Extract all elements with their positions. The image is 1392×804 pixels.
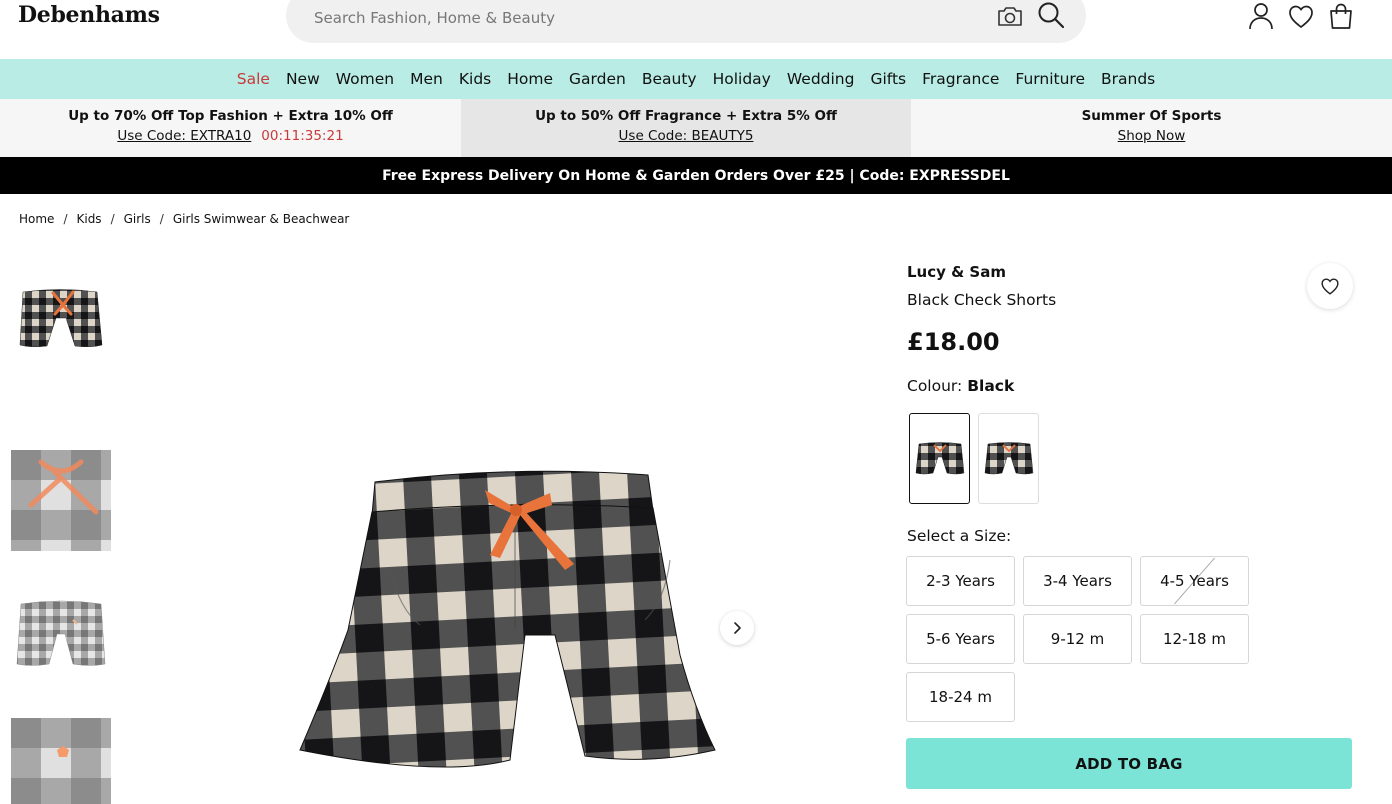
nav-item-women[interactable]: Women <box>328 70 402 88</box>
thumbnail-2[interactable] <box>11 450 111 551</box>
breadcrumb-separator: / <box>63 212 68 226</box>
colour-value: Black <box>967 377 1015 395</box>
next-image-button[interactable] <box>720 611 754 645</box>
thumbnail-image <box>11 718 111 804</box>
promo-sports[interactable]: Summer Of Sports Shop Now <box>911 99 1392 157</box>
site-header: Debenhams <box>0 0 1392 59</box>
thumbnail-3[interactable] <box>11 588 111 676</box>
product-price: £18.00 <box>907 328 1000 356</box>
size-option-12-18-m[interactable]: 12-18 m <box>1140 614 1249 664</box>
product-main-image[interactable] <box>290 460 730 790</box>
nav-item-furniture[interactable]: Furniture <box>1007 70 1093 88</box>
breadcrumb-girls[interactable]: Girls <box>124 212 151 226</box>
size-option-label: 18-24 m <box>929 688 992 706</box>
size-option-label: 5-6 Years <box>926 630 995 648</box>
size-select-label: Select a Size: <box>907 527 1012 545</box>
size-option-4-5-years-unavailable[interactable]: 4-5 Years <box>1140 556 1249 606</box>
size-option-3-4-years[interactable]: 3-4 Years <box>1023 556 1132 606</box>
swatch-image <box>984 441 1033 474</box>
shop-now-link[interactable]: Shop Now <box>1118 128 1186 144</box>
nav-item-men[interactable]: Men <box>402 70 451 88</box>
promo-code-link[interactable]: Use Code: EXTRA10 <box>117 128 251 144</box>
search-bar <box>286 0 1086 43</box>
main-nav: Sale New Women Men Kids Home Garden Beau… <box>0 59 1392 99</box>
nav-item-gifts[interactable]: Gifts <box>862 70 914 88</box>
promo-title: Up to 70% Off Top Fashion + Extra 10% Of… <box>68 108 393 124</box>
nav-item-holiday[interactable]: Holiday <box>705 70 779 88</box>
size-option-label: 12-18 m <box>1163 630 1226 648</box>
promo-code-link[interactable]: Use Code: BEAUTY5 <box>619 128 754 144</box>
camera-icon[interactable] <box>996 3 1024 29</box>
colour-swatch-black[interactable] <box>909 413 970 504</box>
heart-icon[interactable] <box>1287 2 1315 30</box>
size-option-18-24-m[interactable]: 18-24 m <box>906 672 1015 722</box>
nav-item-beauty[interactable]: Beauty <box>634 70 705 88</box>
breadcrumb-separator: / <box>159 212 164 226</box>
size-option-2-3-years[interactable]: 2-3 Years <box>906 556 1015 606</box>
colour-swatch-alt[interactable] <box>978 413 1039 504</box>
thumbnail-image <box>11 450 111 551</box>
add-to-wishlist-button[interactable] <box>1307 263 1353 309</box>
colour-label: Colour: Black <box>907 377 1014 395</box>
product-brand[interactable]: Lucy & Sam <box>907 263 1006 281</box>
size-option-9-12-m[interactable]: 9-12 m <box>1023 614 1132 664</box>
heart-icon <box>1321 278 1339 295</box>
size-option-label: 2-3 Years <box>926 572 995 590</box>
promo-strip: Up to 70% Off Top Fashion + Extra 10% Of… <box>0 99 1392 157</box>
chevron-right-icon <box>734 622 741 634</box>
thumbnail-4[interactable] <box>11 718 111 804</box>
breadcrumb-separator: / <box>110 212 115 226</box>
breadcrumb-kids[interactable]: Kids <box>76 212 101 226</box>
swatch-image <box>915 441 964 474</box>
promo-title: Summer Of Sports <box>1081 108 1222 124</box>
nav-item-sale[interactable]: Sale <box>229 70 278 88</box>
bag-icon[interactable] <box>1327 2 1355 30</box>
size-option-label: 3-4 Years <box>1043 572 1112 590</box>
nav-item-home[interactable]: Home <box>499 70 561 88</box>
breadcrumb-current[interactable]: Girls Swimwear & Beachwear <box>173 212 350 226</box>
nav-item-fragrance[interactable]: Fragrance <box>914 70 1007 88</box>
size-option-label: 4-5 Years <box>1160 572 1229 590</box>
nav-item-new[interactable]: New <box>278 70 328 88</box>
nav-item-wedding[interactable]: Wedding <box>779 70 863 88</box>
promo-fashion[interactable]: Up to 70% Off Top Fashion + Extra 10% Of… <box>0 99 461 157</box>
promo-title: Up to 50% Off Fragrance + Extra 5% Off <box>535 108 837 124</box>
nav-item-kids[interactable]: Kids <box>451 70 499 88</box>
size-option-label: 9-12 m <box>1050 630 1105 648</box>
delivery-banner[interactable]: Free Express Delivery On Home & Garden O… <box>0 157 1392 194</box>
countdown-timer: 00:11:35:21 <box>261 128 344 144</box>
breadcrumb-home[interactable]: Home <box>19 212 54 226</box>
breadcrumb: Home / Kids / Girls / Girls Swimwear & B… <box>19 212 349 226</box>
nav-item-garden[interactable]: Garden <box>561 70 634 88</box>
site-logo[interactable]: Debenhams <box>18 2 160 28</box>
account-icon[interactable] <box>1247 2 1275 30</box>
thumbnail-1[interactable] <box>11 270 111 370</box>
promo-fragrance[interactable]: Up to 50% Off Fragrance + Extra 5% Off U… <box>461 99 911 157</box>
search-input[interactable] <box>314 6 974 30</box>
thumbnail-image <box>16 600 106 666</box>
search-icon[interactable] <box>1036 0 1066 30</box>
thumbnail-image <box>19 289 103 348</box>
product-title: Black Check Shorts <box>907 291 1057 309</box>
size-option-5-6-years[interactable]: 5-6 Years <box>906 614 1015 664</box>
add-to-bag-button[interactable]: ADD TO BAG <box>906 738 1352 789</box>
nav-item-brands[interactable]: Brands <box>1093 70 1163 88</box>
colour-label-text: Colour: <box>907 377 963 395</box>
